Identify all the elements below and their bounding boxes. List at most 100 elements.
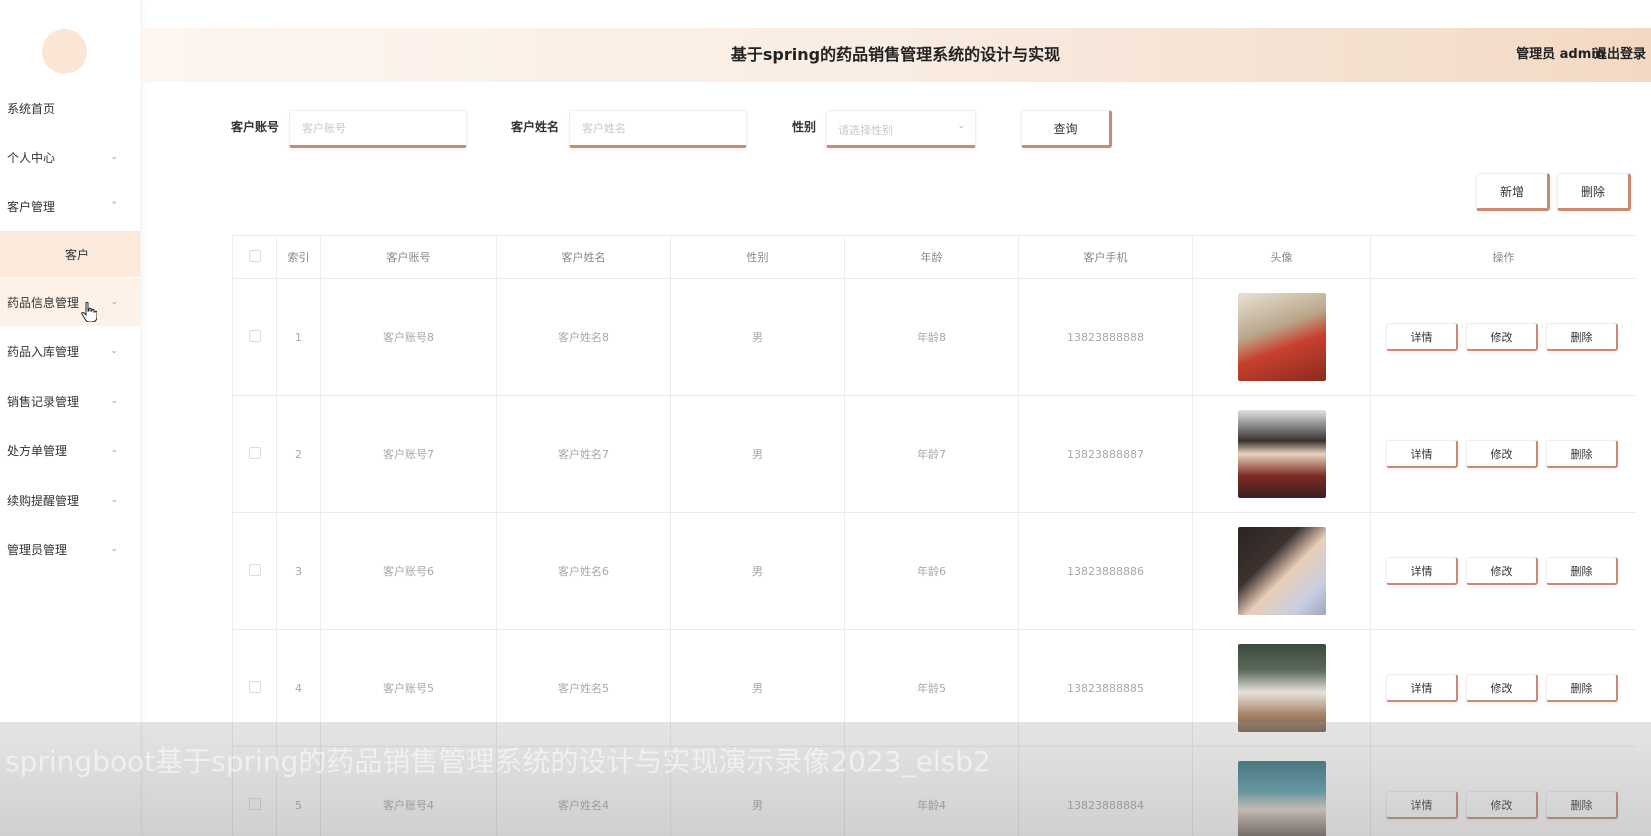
customer-avatar-image xyxy=(1237,761,1326,836)
detail-button[interactable]: 详情 xyxy=(1386,323,1458,351)
column-header-phone: 客户手机 xyxy=(1018,235,1193,279)
detail-button[interactable]: 详情 xyxy=(1386,791,1458,819)
edit-button[interactable]: 修改 xyxy=(1466,323,1538,351)
cell-index: 3 xyxy=(276,512,321,630)
cell-gender: 男 xyxy=(670,629,845,747)
row-checkbox[interactable] xyxy=(248,680,261,693)
cell-index: 2 xyxy=(276,395,321,513)
delete-button[interactable]: 删除 xyxy=(1546,674,1618,702)
sidebar-item-drug-stock-in[interactable]: 药品入库管理 ⌄ xyxy=(0,327,140,375)
table-row: 1 客户账号8 客户姓名8 男 年龄8 13823888888 详情 修改 删除 xyxy=(232,278,1636,396)
column-header-index: 索引 xyxy=(276,235,321,279)
name-search-input[interactable] xyxy=(569,110,747,148)
column-header-gender: 性别 xyxy=(670,235,845,279)
select-all-checkbox[interactable] xyxy=(248,249,261,262)
sidebar-item-drug-info[interactable]: 药品信息管理 ⌄ xyxy=(0,278,140,326)
cell-gender: 男 xyxy=(670,395,845,513)
table-row: 2 客户账号7 客户姓名7 男 年龄7 13823888887 详情 修改 删除 xyxy=(232,395,1636,513)
sidebar-item-label: 药品信息管理 xyxy=(7,295,80,310)
current-user-label: 管理员 admin xyxy=(1516,47,1605,62)
sidebar-item-sales-records[interactable]: 销售记录管理 ⌄ xyxy=(0,377,140,425)
row-checkbox[interactable] xyxy=(248,797,261,810)
edit-button[interactable]: 修改 xyxy=(1466,557,1538,585)
cell-account: 客户账号7 xyxy=(320,395,497,513)
delete-button[interactable]: 删除 xyxy=(1546,440,1618,468)
sidebar-item-label: 系统首页 xyxy=(7,101,56,116)
cell-age: 年龄5 xyxy=(844,629,1019,747)
chevron-down-icon: ⌄ xyxy=(110,346,118,356)
cell-phone: 13823888886 xyxy=(1018,512,1193,630)
cell-gender: 男 xyxy=(670,278,845,396)
add-button[interactable]: 新增 xyxy=(1476,173,1550,211)
select-all-cell xyxy=(232,235,277,279)
name-search-label: 客户姓名 xyxy=(511,120,560,134)
sidebar: 系统首页 个人中心 ⌄ 客户管理 ⌃ 客户 药品信息管理 ⌄ 药品入库管理 ⌄ … xyxy=(0,0,140,836)
detail-button[interactable]: 详情 xyxy=(1386,440,1458,468)
cell-name: 客户姓名6 xyxy=(496,512,671,630)
sidebar-item-label: 续购提醒管理 xyxy=(7,493,80,508)
delete-button[interactable]: 删除 xyxy=(1546,791,1618,819)
column-header-name: 客户姓名 xyxy=(496,235,671,279)
sidebar-item-prescriptions[interactable]: 处方单管理 ⌄ xyxy=(0,426,140,474)
top-header: 基于spring的药品销售管理系统的设计与实现 管理员 admin 退出登录 xyxy=(140,28,1651,82)
sidebar-subitem-customer[interactable]: 客户 xyxy=(0,231,140,277)
chevron-down-icon: ⌄ xyxy=(110,297,118,307)
cell-phone: 13823888887 xyxy=(1018,395,1193,513)
table-header-row: 索引 客户账号 客户姓名 性别 年龄 客户手机 头像 操作 xyxy=(232,235,1636,279)
hand-pointer-icon xyxy=(81,301,98,327)
delete-button[interactable]: 删除 xyxy=(1546,323,1618,351)
sidebar-item-label: 药品入库管理 xyxy=(7,344,80,359)
gender-search-label: 性别 xyxy=(792,120,817,134)
column-header-age: 年龄 xyxy=(844,235,1019,279)
cell-account: 客户账号5 xyxy=(320,629,497,747)
account-search-label: 客户账号 xyxy=(231,120,280,134)
chevron-down-icon: ⌄ xyxy=(110,445,118,455)
query-button[interactable]: 查询 xyxy=(1021,110,1112,148)
cell-account: 客户账号8 xyxy=(320,278,497,396)
column-header-avatar: 头像 xyxy=(1192,235,1371,279)
detail-button[interactable]: 详情 xyxy=(1386,674,1458,702)
cell-age: 年龄6 xyxy=(844,512,1019,630)
chevron-up-icon: ⌃ xyxy=(110,201,118,211)
edit-button[interactable]: 修改 xyxy=(1466,674,1538,702)
cell-name: 客户姓名7 xyxy=(496,395,671,513)
chevron-down-icon: ⌄ xyxy=(110,495,118,505)
logout-link[interactable]: 退出登录 xyxy=(1594,28,1646,82)
page-title: 基于spring的药品销售管理系统的设计与实现 xyxy=(730,45,1061,64)
video-watermark-text: springboot基于spring的药品销售管理系统的设计与实现演示录像202… xyxy=(5,745,991,778)
sidebar-item-label: 管理员管理 xyxy=(7,542,68,557)
gender-select[interactable]: 请选择性别 ⌄ xyxy=(826,110,976,148)
sidebar-item-personal-center[interactable]: 个人中心 ⌄ xyxy=(0,133,140,181)
cell-phone: 13823888888 xyxy=(1018,278,1193,396)
sidebar-item-label: 个人中心 xyxy=(7,150,56,165)
cell-index: 1 xyxy=(276,278,321,396)
cell-name: 客户姓名5 xyxy=(496,629,671,747)
edit-button[interactable]: 修改 xyxy=(1466,791,1538,819)
sidebar-avatar xyxy=(42,29,87,74)
customer-avatar-image xyxy=(1237,293,1326,381)
cell-phone: 13823888885 xyxy=(1018,629,1193,747)
delete-button[interactable]: 删除 xyxy=(1546,557,1618,585)
row-checkbox[interactable] xyxy=(248,563,261,576)
sidebar-item-label: 客户 xyxy=(64,247,89,262)
row-checkbox[interactable] xyxy=(248,446,261,459)
cell-index: 4 xyxy=(276,629,321,747)
batch-delete-button[interactable]: 删除 xyxy=(1557,173,1631,211)
column-header-actions: 操作 xyxy=(1370,235,1636,279)
app-root: 系统首页 个人中心 ⌄ 客户管理 ⌃ 客户 药品信息管理 ⌄ 药品入库管理 ⌄ … xyxy=(0,0,1651,836)
detail-button[interactable]: 详情 xyxy=(1386,557,1458,585)
row-checkbox[interactable] xyxy=(248,329,261,342)
sidebar-item-label: 销售记录管理 xyxy=(7,394,80,409)
table-row: 3 客户账号6 客户姓名6 男 年龄6 13823888886 详情 修改 删除 xyxy=(232,512,1636,630)
chevron-down-icon: ⌄ xyxy=(110,396,118,406)
customer-avatar-image xyxy=(1237,527,1326,615)
sidebar-item-repurchase-reminders[interactable]: 续购提醒管理 ⌄ xyxy=(0,476,140,524)
account-search-input[interactable] xyxy=(289,110,467,148)
customer-avatar-image xyxy=(1237,644,1326,732)
customer-avatar-image xyxy=(1237,410,1326,498)
sidebar-item-home[interactable]: 系统首页 xyxy=(0,84,140,132)
edit-button[interactable]: 修改 xyxy=(1466,440,1538,468)
sidebar-item-admin-management[interactable]: 管理员管理 ⌄ xyxy=(0,525,140,573)
sidebar-item-customer-management[interactable]: 客户管理 ⌃ xyxy=(0,182,140,230)
cell-gender: 男 xyxy=(670,512,845,630)
